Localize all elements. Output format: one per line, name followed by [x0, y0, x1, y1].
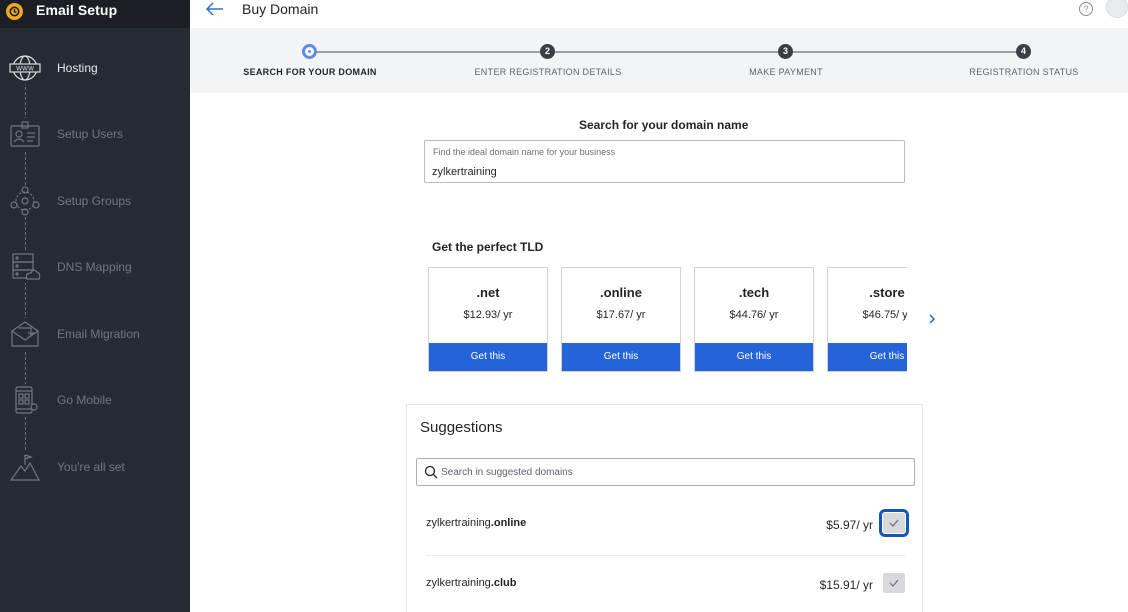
step-2-label: ENTER REGISTRATION DETAILS: [474, 67, 622, 77]
sidebar-title: Email Setup: [36, 2, 118, 18]
sidebar-item-label: Hosting: [57, 61, 98, 75]
search-icon: [424, 465, 438, 479]
sidebar-item-email-migration[interactable]: Email Migration: [0, 314, 190, 354]
tld-heading: Get the perfect TLD: [432, 240, 544, 254]
domain-search-heading: Search for your domain name: [579, 118, 749, 132]
suggestion-row: zylkertraining.club $15.91/ yr: [426, 573, 905, 612]
checkmark-icon: [889, 579, 899, 587]
mobile-icon: [9, 384, 41, 416]
page-title: Buy Domain: [242, 1, 319, 17]
suggestions-title: Suggestions: [420, 419, 503, 436]
tld-extension: .store: [869, 285, 905, 300]
suggestions-search-input[interactable]: [441, 465, 901, 480]
suggestion-price: $5.97/ yr: [826, 518, 873, 532]
sidebar-item-label: DNS Mapping: [57, 260, 132, 274]
sidebar-item-label: Go Mobile: [57, 393, 112, 407]
get-this-button[interactable]: Get this: [828, 343, 907, 371]
step-1-indicator: [302, 44, 317, 59]
chevron-right-icon[interactable]: [925, 312, 939, 326]
sidebar-item-setup-groups[interactable]: Setup Groups: [0, 181, 190, 221]
help-icon[interactable]: ?: [1079, 2, 1093, 16]
select-suggestion-checkbox[interactable]: [879, 509, 909, 537]
step-connector: [793, 51, 1023, 53]
sidebar-item-dns-mapping[interactable]: DNS Mapping: [0, 247, 190, 287]
tld-price: $17.67/ yr: [596, 309, 646, 321]
domain-search-label: Find the ideal domain name for your busi…: [433, 147, 616, 157]
select-suggestion-checkbox[interactable]: [883, 573, 905, 593]
get-this-button[interactable]: Get this: [695, 343, 813, 371]
tld-card-online: .online $17.67/ yr Get this: [561, 267, 681, 372]
server-cloud-icon: [9, 251, 41, 283]
svg-text:WWW: WWW: [16, 66, 34, 73]
sidebar-item-label: Email Migration: [57, 327, 140, 341]
tld-extension: .online: [600, 285, 642, 300]
sidebar-item-label: You're all set: [57, 460, 125, 474]
get-this-button[interactable]: Get this: [429, 343, 547, 371]
app-logo-icon: [6, 3, 23, 20]
domain-search-input[interactable]: [432, 166, 892, 178]
www-globe-icon: WWW: [9, 52, 41, 84]
suggestion-row: zylkertraining.online $5.97/ yr: [426, 509, 909, 567]
registration-stepper: 2 3 4 SEARCH FOR YOUR DOMAIN ENTER REGIS…: [190, 28, 1128, 93]
sidebar-item-label: Setup Groups: [57, 194, 132, 208]
get-this-button[interactable]: Get this: [562, 343, 680, 371]
sidebar: Email Setup WWW Hosting Setup Users Setu…: [0, 0, 190, 612]
tld-price: $44.76/ yr: [729, 309, 779, 321]
step-2-indicator: 2: [540, 44, 555, 59]
tld-card-tech: .tech $44.76/ yr Get this: [694, 267, 814, 372]
suggestion-domain: zylkertraining.club: [426, 577, 517, 589]
tld-card-store: .store $46.75/ yr Get this: [827, 267, 907, 372]
mountain-flag-icon: [9, 451, 41, 483]
tld-price: $46.75/ yr: [862, 309, 907, 321]
suggestion-price: $15.91/ yr: [819, 578, 873, 592]
top-bar: Buy Domain ?: [190, 0, 1128, 28]
domain-search-field[interactable]: Find the ideal domain name for your busi…: [424, 140, 905, 183]
sidebar-item-go-mobile[interactable]: Go Mobile: [0, 380, 190, 420]
sidebar-item-hosting[interactable]: WWW Hosting: [0, 48, 190, 88]
checkmark-icon: [889, 519, 899, 527]
step-3-indicator: 3: [778, 44, 793, 59]
tld-extension: .tech: [738, 285, 770, 300]
sidebar-header: Email Setup: [0, 0, 190, 28]
tld-extension: .net: [476, 285, 500, 300]
suggestion-divider: [426, 555, 905, 556]
tld-carousel: .net $12.93/ yr Get this .online $17.67/…: [428, 267, 907, 372]
suggestions-search-box[interactable]: [416, 458, 915, 486]
step-4-indicator: 4: [1016, 44, 1031, 59]
tld-price: $12.93/ yr: [463, 309, 513, 321]
sidebar-item-all-set[interactable]: You're all set: [0, 447, 190, 487]
envelope-icon: [9, 318, 41, 350]
step-3-label: MAKE PAYMENT: [749, 67, 823, 77]
group-icon: [9, 185, 41, 217]
back-arrow-icon[interactable]: [204, 0, 226, 20]
step-connector: [317, 51, 547, 53]
step-connector: [555, 51, 785, 53]
tld-card-net: .net $12.93/ yr Get this: [428, 267, 548, 372]
sidebar-item-label: Setup Users: [57, 127, 124, 141]
avatar[interactable]: [1106, 0, 1128, 18]
user-card-icon: [9, 118, 41, 150]
sidebar-item-setup-users[interactable]: Setup Users: [0, 114, 190, 154]
step-1-label: SEARCH FOR YOUR DOMAIN: [243, 67, 377, 77]
suggestions-panel: Suggestions zylkertraining.online $5.97/…: [406, 404, 923, 612]
step-4-label: REGISTRATION STATUS: [969, 67, 1079, 77]
suggestion-domain: zylkertraining.online: [426, 517, 527, 529]
